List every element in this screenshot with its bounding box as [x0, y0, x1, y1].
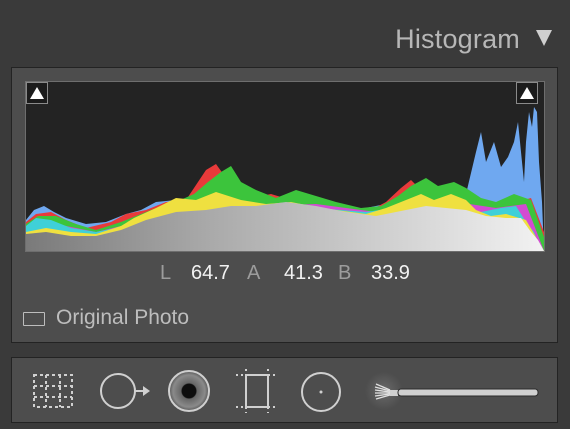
- triangle-up-icon: [30, 87, 44, 99]
- adjustment-brush-icon[interactable]: [362, 368, 544, 414]
- histogram-panel-header[interactable]: Histogram: [0, 0, 570, 64]
- original-photo-label: Original Photo: [56, 306, 190, 329]
- lab-a-value: 41.3: [284, 262, 323, 284]
- triangle-up-icon: [520, 87, 534, 99]
- spot-removal-icon[interactable]: [98, 369, 154, 413]
- graduated-filter-icon[interactable]: [234, 369, 280, 415]
- panel-divider: [0, 346, 570, 356]
- tool-strip: [11, 357, 558, 423]
- lab-l-value: 64.7: [191, 262, 230, 284]
- lab-b-value: 33.9: [371, 262, 410, 284]
- lab-a-label: A: [247, 262, 261, 284]
- lab-l-label: L: [160, 262, 172, 284]
- radial-filter-icon[interactable]: [298, 369, 344, 415]
- histogram-chart: [26, 107, 544, 251]
- panel-title: Histogram: [395, 24, 520, 54]
- histogram-graph[interactable]: [25, 81, 545, 252]
- original-photo-checkbox[interactable]: [23, 312, 45, 326]
- lab-readout: L 64.7 A 41.3 B 33.9: [12, 258, 559, 288]
- crop-overlay-icon[interactable]: [30, 371, 76, 411]
- lab-b-label: B: [338, 262, 352, 284]
- histogram-panel: L 64.7 A 41.3 B 33.9 Original Photo: [11, 67, 558, 343]
- red-eye-icon[interactable]: [166, 368, 212, 414]
- highlight-clipping-button[interactable]: [516, 82, 538, 104]
- triangle-down-icon[interactable]: [536, 30, 552, 46]
- shadow-clipping-button[interactable]: [26, 82, 48, 104]
